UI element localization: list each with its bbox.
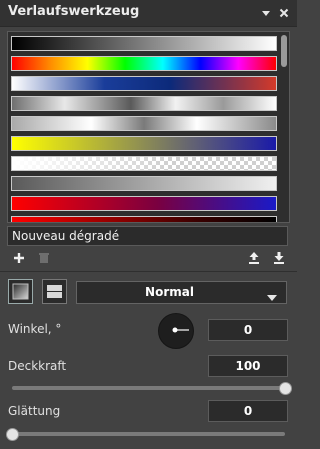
gradient-swatch[interactable]: [11, 76, 277, 91]
chevron-down-icon: [266, 288, 278, 307]
close-icon[interactable]: [277, 6, 291, 20]
smoothing-slider[interactable]: [12, 432, 285, 436]
panel-titlebar: Verlaufswerkzeug: [0, 0, 297, 27]
angle-label: Winkel, °: [8, 322, 62, 336]
dropdown-menu-icon[interactable]: [259, 6, 273, 20]
blend-mode-value: Normal: [145, 285, 194, 299]
linear-gradient-icon: [12, 283, 29, 300]
smoothing-slider-thumb[interactable]: [5, 428, 19, 441]
gradient-swatch[interactable]: [11, 196, 277, 211]
gradient-list-scrollbar[interactable]: [281, 35, 287, 67]
smoothing-label: Glättung: [8, 404, 61, 418]
divider: [0, 271, 297, 272]
angle-input[interactable]: 0: [208, 319, 288, 341]
blend-mode-select[interactable]: Normal: [76, 281, 287, 304]
gradient-swatch[interactable]: [11, 96, 277, 111]
gradient-swatch[interactable]: [11, 116, 277, 131]
reflected-gradient-icon: [47, 285, 62, 298]
opacity-input[interactable]: 100: [208, 355, 288, 377]
opacity-slider-thumb[interactable]: [278, 382, 292, 395]
gradient-style-linear-button[interactable]: [8, 279, 33, 304]
upload-icon[interactable]: [246, 250, 262, 266]
opacity-label: Deckkraft: [8, 359, 67, 373]
gradient-list[interactable]: [7, 31, 290, 223]
gradient-swatch[interactable]: [11, 176, 277, 191]
gradient-style-reflected-button[interactable]: [42, 279, 67, 304]
gradient-swatch[interactable]: [11, 156, 277, 171]
opacity-slider[interactable]: [12, 386, 285, 390]
gradient-name-field[interactable]: Nouveau dégradé: [7, 226, 288, 246]
smoothing-input[interactable]: 0: [208, 400, 288, 422]
gradient-swatch[interactable]: [11, 136, 277, 151]
gradient-tool-panel: Verlaufswerkzeug Nouveau dégradé Normal …: [0, 0, 297, 449]
angle-dial[interactable]: [158, 313, 194, 349]
gradient-swatch[interactable]: [11, 216, 277, 222]
download-icon[interactable]: [271, 250, 287, 266]
gradient-swatch[interactable]: [11, 36, 277, 51]
plus-icon[interactable]: [11, 250, 27, 266]
gradient-swatch[interactable]: [11, 56, 277, 71]
panel-title: Verlaufswerkzeug: [8, 4, 140, 19]
trash-icon[interactable]: [36, 250, 52, 266]
